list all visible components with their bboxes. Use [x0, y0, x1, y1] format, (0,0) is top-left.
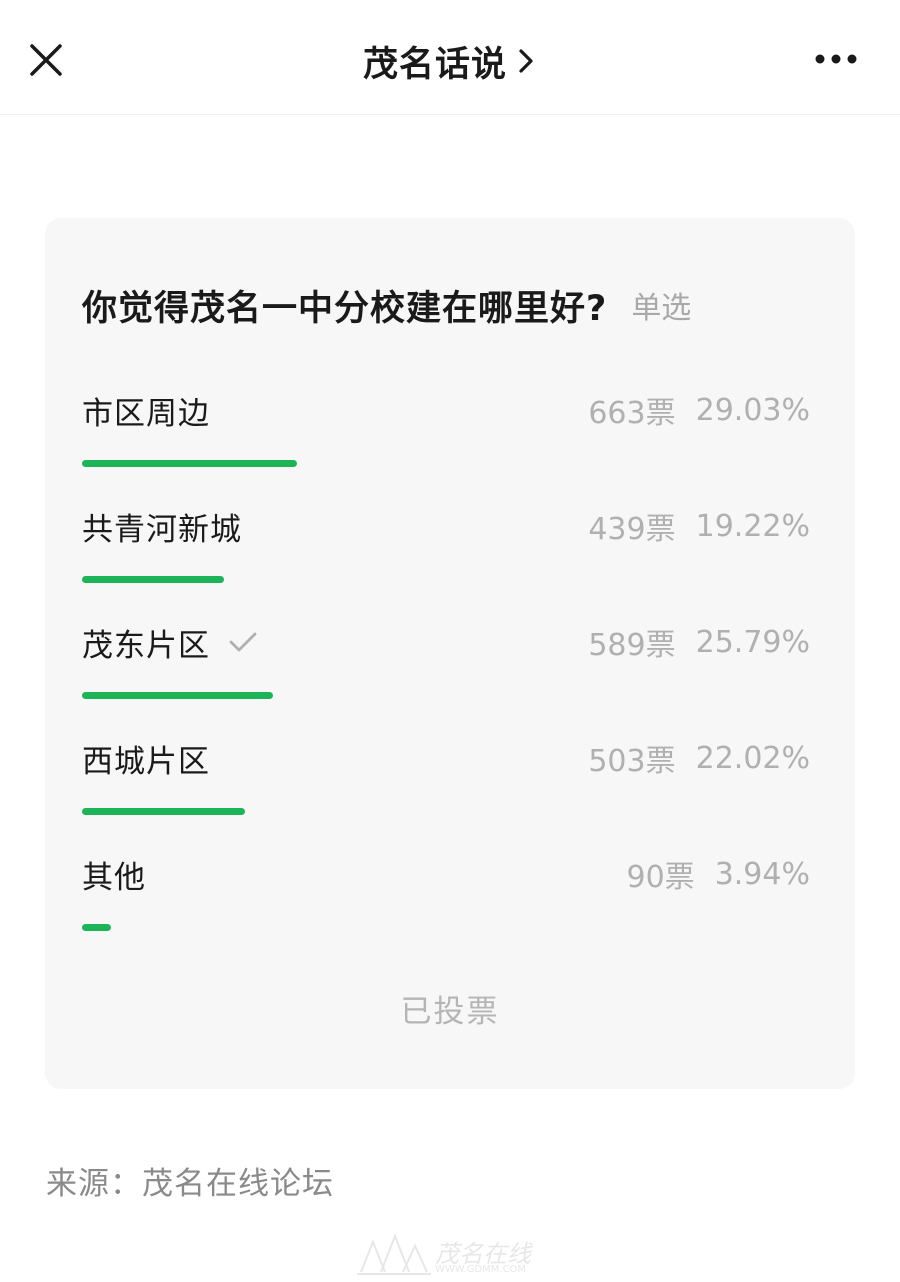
option-percent: 19.22%	[695, 508, 810, 544]
watermark-url: WWW.GDMM.COM	[435, 1264, 527, 1275]
poll-question: 你觉得茂名一中分校建在哪里好?	[82, 288, 608, 329]
page-title: 茂名话说	[362, 44, 507, 85]
option-vote-count: 589票	[588, 628, 676, 663]
more-icon[interactable]	[812, 44, 860, 74]
watermark-logo: 茂名在线 WWW.GDMM.COM	[355, 1228, 555, 1280]
account-title-link[interactable]: 茂名话说	[0, 36, 900, 86]
option-percent: 3.94%	[714, 856, 810, 892]
source-text: 来源：茂名在线论坛	[46, 1166, 334, 1202]
option-label: 西城片区	[82, 743, 210, 780]
poll-option[interactable]: 市区周边 663票 29.03%	[82, 388, 810, 478]
chevron-right-icon	[515, 46, 537, 76]
option-result-bar	[82, 460, 297, 467]
option-result-bar	[82, 924, 111, 931]
checkmark-icon	[228, 630, 258, 654]
option-result-bar	[82, 692, 273, 699]
option-result-bar	[82, 808, 245, 815]
option-label: 共青河新城	[82, 511, 242, 548]
option-percent: 25.79%	[695, 624, 810, 660]
option-label: 市区周边	[82, 395, 210, 432]
poll-option[interactable]: 共青河新城 439票 19.22%	[82, 504, 810, 594]
poll-type-label: 单选	[631, 291, 692, 326]
poll-header: 你觉得茂名一中分校建在哪里好? 单选	[82, 280, 691, 330]
option-vote-count: 503票	[588, 744, 676, 779]
option-vote-count: 90票	[626, 860, 695, 895]
option-label: 其他	[82, 859, 146, 896]
poll-option[interactable]: 西城片区 503票 22.02%	[82, 736, 810, 826]
option-percent: 29.03%	[695, 392, 810, 428]
option-percent: 22.02%	[695, 740, 810, 776]
top-navigation-bar: 茂名话说	[0, 0, 900, 115]
poll-option[interactable]: 其他 90票 3.94%	[82, 852, 810, 942]
poll-card: 你觉得茂名一中分校建在哪里好? 单选 市区周边 663票 29.03% 共青河新…	[45, 218, 855, 1089]
poll-option-selected[interactable]: 茂东片区 589票 25.79%	[82, 620, 810, 710]
poll-voted-status: 已投票	[400, 994, 500, 1030]
option-result-bar	[82, 576, 224, 583]
option-label: 茂东片区	[82, 627, 210, 664]
option-vote-count: 439票	[588, 512, 676, 547]
watermark-emblem-icon	[357, 1233, 431, 1275]
option-vote-count: 663票	[588, 396, 676, 431]
